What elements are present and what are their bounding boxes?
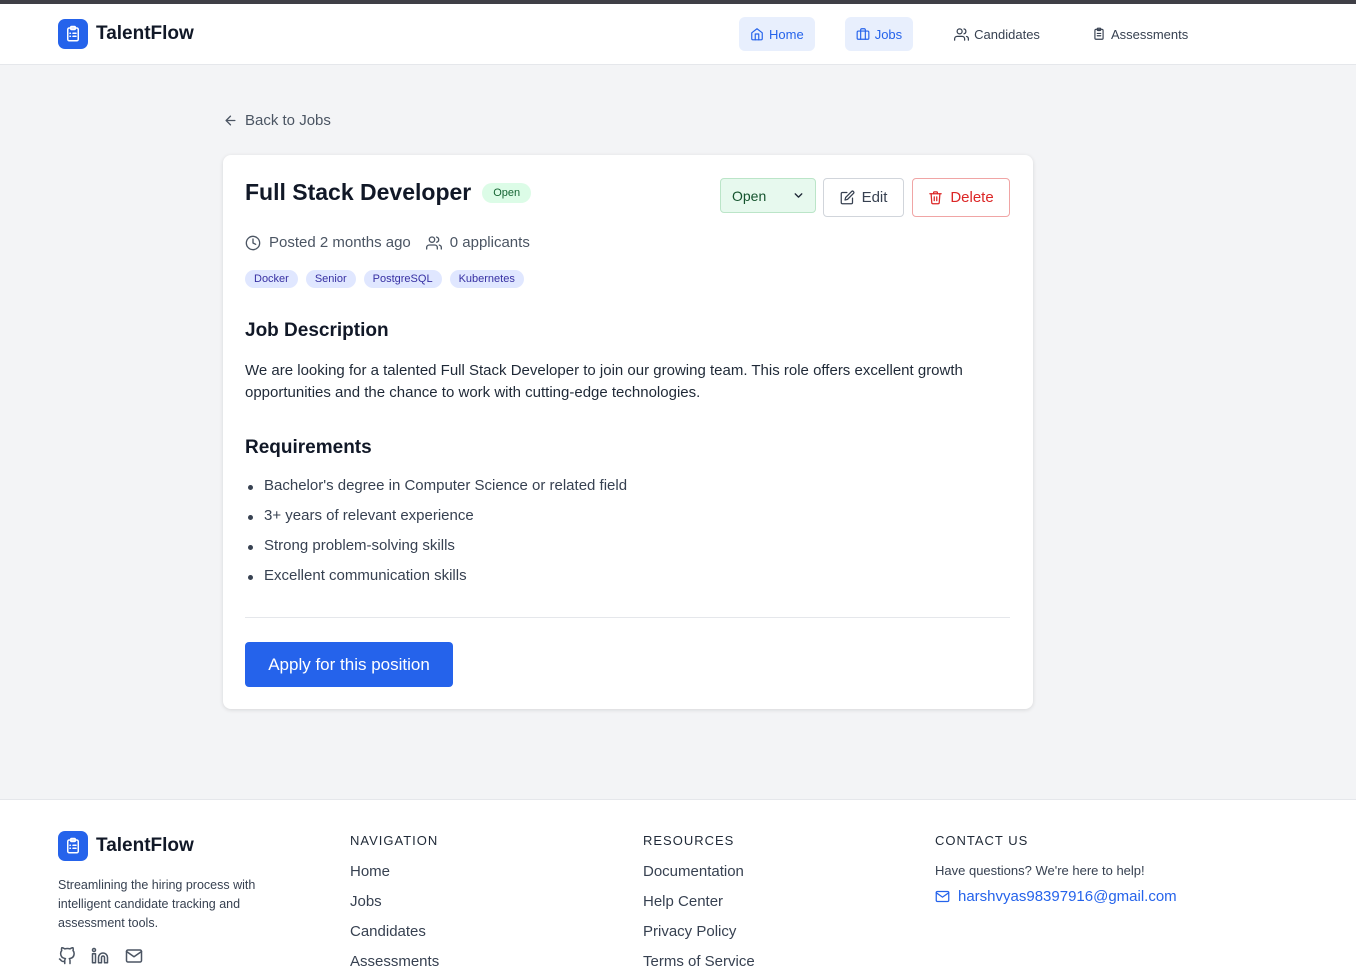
- status-select-value: Open: [732, 187, 767, 204]
- nav-label: Assessments: [1110, 26, 1189, 42]
- list-item: 3+ years of relevant experience: [245, 507, 627, 537]
- list-item: Excellent communication skills: [245, 567, 627, 597]
- job-title: Full Stack Developer: [245, 179, 472, 205]
- brand[interactable]: TalentFlow: [58, 19, 194, 49]
- briefcase-icon: [856, 28, 870, 40]
- status-select[interactable]: Open: [720, 178, 816, 213]
- footer-brand[interactable]: TalentFlow: [58, 831, 194, 861]
- footer-link-candidates[interactable]: Candidates: [350, 923, 439, 953]
- job-detail-card: Full Stack Developer Open Open Edit Dele…: [223, 155, 1033, 709]
- list-item: Strong problem-solving skills: [245, 537, 627, 567]
- arrow-left-icon: [225, 115, 236, 126]
- footer-link-assessments[interactable]: Assessments: [350, 953, 439, 967]
- tag: Senior: [305, 270, 356, 288]
- posted-text: Posted 2 months ago: [269, 234, 411, 251]
- footer-link-documentation[interactable]: Documentation: [643, 863, 755, 893]
- job-description: We are looking for a talented Full Stack…: [245, 362, 963, 401]
- list-item: Bachelor's degree in Computer Science or…: [245, 477, 627, 507]
- social-links: [58, 947, 158, 965]
- main-nav: Home Jobs Candidates Assessments: [739, 17, 1229, 51]
- edit-icon: [840, 190, 854, 205]
- applicant-count: 0 applicants: [425, 234, 530, 251]
- nav-item-home[interactable]: Home: [739, 17, 815, 51]
- edit-label: Edit: [861, 189, 888, 206]
- delete-button[interactable]: Delete: [912, 178, 1010, 217]
- footer-contact-title: CONTACT US: [935, 833, 1029, 848]
- mail-icon: [935, 890, 950, 903]
- footer-contact: CONTACT US Have questions? We're here to…: [935, 833, 1177, 905]
- skill-tags: Docker Senior PostgreSQL Kubernetes: [245, 270, 532, 288]
- home-icon: [751, 28, 763, 41]
- footer-navigation: NAVIGATION Home Jobs Candidates Assessme…: [350, 833, 439, 967]
- footer-navigation-title: NAVIGATION: [350, 833, 439, 848]
- github-icon[interactable]: [58, 947, 76, 965]
- linkedin-icon[interactable]: [90, 947, 110, 965]
- contact-email: harshvyas98397916@gmail.com: [958, 888, 1177, 905]
- footer-link-home[interactable]: Home: [350, 863, 439, 893]
- back-link-label: Back to Jobs: [245, 112, 331, 129]
- footer-resources-title: RESOURCES: [643, 833, 735, 848]
- back-to-jobs-link[interactable]: Back to Jobs: [223, 112, 331, 129]
- clipboard-logo-icon: [58, 19, 88, 49]
- requirements-heading: Requirements: [245, 437, 372, 458]
- delete-label: Delete: [950, 189, 994, 206]
- users-icon: [954, 27, 970, 41]
- nav-item-jobs[interactable]: Jobs: [844, 17, 914, 51]
- nav-item-candidates[interactable]: Candidates: [943, 17, 1051, 51]
- footer-tagline: Streamlining the hiring process with int…: [58, 878, 256, 930]
- footer-link-help-center[interactable]: Help Center: [643, 893, 755, 923]
- description-heading: Job Description: [245, 320, 389, 341]
- site-footer: TalentFlow Streamlining the hiring proce…: [0, 799, 1356, 967]
- nav-label: Home: [769, 26, 804, 42]
- applicants-text: 0 applicants: [449, 234, 530, 251]
- nav-label: Candidates: [974, 26, 1040, 42]
- posted-date: Posted 2 months ago: [245, 234, 411, 251]
- tag: Docker: [245, 270, 298, 288]
- job-meta: Posted 2 months ago 0 applicants: [245, 234, 545, 251]
- brand-name: TalentFlow: [96, 23, 194, 44]
- footer-brand-name: TalentFlow: [96, 835, 194, 856]
- footer-link-terms-of-service[interactable]: Terms of Service: [643, 953, 755, 967]
- tag: PostgreSQL: [363, 270, 442, 288]
- nav-label: Jobs: [874, 26, 903, 42]
- clipboard-icon: [1094, 27, 1104, 40]
- nav-item-assessments[interactable]: Assessments: [1081, 17, 1199, 51]
- footer-link-jobs[interactable]: Jobs: [350, 893, 439, 923]
- clock-icon: [245, 235, 261, 250]
- apply-button[interactable]: Apply for this position: [245, 642, 453, 687]
- chevron-down-icon: [794, 193, 803, 198]
- edit-button[interactable]: Edit: [823, 178, 904, 217]
- divider: [245, 617, 1010, 618]
- status-badge: Open: [482, 182, 532, 203]
- requirements-list: Bachelor's degree in Computer Science or…: [245, 477, 627, 597]
- contact-text: Have questions? We're here to help!: [935, 863, 1145, 878]
- app-header: TalentFlow Home Jobs Candidates Assessme…: [0, 4, 1356, 65]
- users-icon: [425, 235, 442, 250]
- footer-link-privacy-policy[interactable]: Privacy Policy: [643, 923, 755, 953]
- mail-icon[interactable]: [124, 947, 144, 965]
- footer-resources: RESOURCES Documentation Help Center Priv…: [643, 833, 755, 967]
- trash-icon: [929, 191, 943, 205]
- clipboard-logo-icon: [58, 831, 88, 861]
- tag: Kubernetes: [449, 270, 524, 288]
- contact-email-link[interactable]: harshvyas98397916@gmail.com: [935, 888, 1177, 905]
